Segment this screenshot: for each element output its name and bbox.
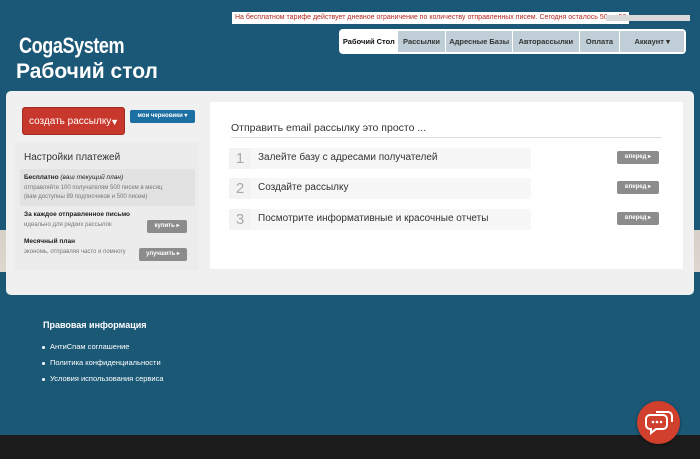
main-nav: Рабочий Стол Рассылки Адресные Базы Авто…	[339, 29, 686, 54]
logo[interactable]: CogaSystem	[19, 33, 125, 59]
footer-link-privacy[interactable]: Политика конфиденциальности	[42, 358, 161, 367]
step-number: 2	[229, 178, 251, 199]
limit-notice: На бесплатном тарифе действует дневное о…	[232, 12, 630, 24]
plan-monthly-desc: экономь, отправляя часто и помногу	[24, 249, 126, 255]
bullet-icon	[42, 377, 45, 381]
step-forward-button[interactable]: вперед ▸	[617, 151, 659, 164]
drafts-button[interactable]: мои черновики ▾	[130, 110, 195, 123]
step-row: 3 Посмотрите информативные и красочные о…	[229, 209, 664, 230]
create-campaign-button[interactable]: создать рассылку ▼	[22, 107, 125, 135]
divider	[231, 137, 662, 138]
chevron-down-icon: ▼	[110, 117, 119, 127]
step-row: 1 Залейте базу с адресами получателей вп…	[229, 148, 664, 169]
page-title: Рабочий стол	[16, 60, 158, 83]
plan-free-name: Бесплатно (ваш текущий план)	[24, 174, 124, 181]
footer-link-terms[interactable]: Условия использования сервиса	[42, 374, 164, 383]
bullet-icon	[42, 361, 45, 365]
plan-per-email-name: За каждое отправленное письмо	[24, 211, 131, 218]
step-text: Посмотрите информативные и красочные отч…	[258, 213, 489, 224]
plan-per-email-desc: идеально для редких рассылок	[24, 222, 112, 228]
create-campaign-label: создать рассылку	[29, 116, 112, 127]
step-number: 3	[229, 209, 251, 230]
account-bar[interactable]	[606, 15, 690, 21]
legal-info-title: Правовая информация	[43, 320, 147, 330]
step-text: Создайте рассылку	[258, 182, 349, 193]
footer-link-antispam[interactable]: АнтиСпам соглашение	[42, 342, 129, 351]
tab-campaigns[interactable]: Рассылки	[396, 31, 446, 52]
bullet-icon	[42, 345, 45, 349]
step-text: Залейте базу с адресами получателей	[258, 152, 438, 163]
tab-autoresponders[interactable]: Авторассылки	[512, 31, 579, 52]
steps-title: Отправить email рассылку это просто ...	[231, 122, 427, 134]
chat-button[interactable]	[637, 401, 680, 444]
chat-icon	[645, 411, 673, 436]
plan-monthly-name: Месячный план	[24, 238, 76, 245]
plan-free-limits: (вам доступны 89 подписчиков и 500 писем…	[24, 194, 148, 200]
buy-button[interactable]: купить ▸	[147, 220, 187, 233]
step-forward-button[interactable]: вперед ▸	[617, 181, 659, 194]
tab-address-bases[interactable]: Адресные Базы	[445, 31, 512, 52]
step-row: 2 Создайте рассылку вперед ▸	[229, 178, 664, 199]
tab-payment[interactable]: Оплата	[578, 31, 620, 52]
tab-account[interactable]: Аккаунт ▾	[619, 31, 684, 52]
upgrade-button[interactable]: улучшить ▸	[139, 248, 187, 261]
tab-dashboard[interactable]: Рабочий Стол	[341, 31, 397, 52]
payment-settings-title: Настройки платежей	[24, 152, 121, 163]
bottom-bar	[0, 435, 700, 459]
plan-free-desc: отправляйте 100 получателям 500 писем в …	[24, 185, 163, 191]
step-forward-button[interactable]: вперед ▸	[617, 212, 659, 225]
step-number: 1	[229, 148, 251, 169]
